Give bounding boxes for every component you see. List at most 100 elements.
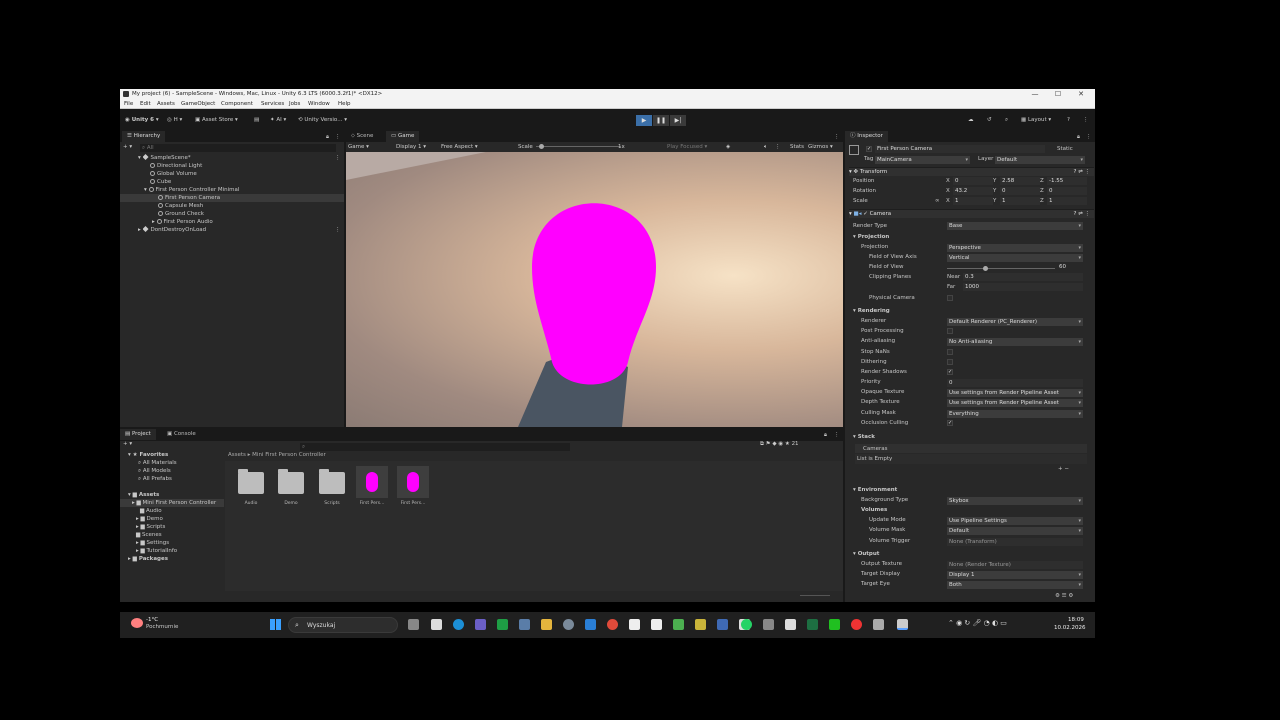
help-icon[interactable]: ? [1067, 115, 1070, 125]
menu-file[interactable]: File [124, 100, 133, 109]
whatsapp-icon[interactable] [741, 619, 752, 630]
green-app-icon[interactable] [829, 619, 840, 630]
store-icon[interactable] [585, 619, 596, 630]
tree-folder[interactable]: ▆ Audio [140, 507, 162, 515]
panel-menu-icon[interactable]: ⋮ [834, 132, 840, 142]
tree-folder[interactable]: ▸ ▆ Settings [136, 539, 169, 547]
gizmos-button[interactable]: Gizmos ▾ [808, 142, 833, 152]
tree-folder[interactable]: ▸ ▆ Demo [136, 515, 163, 523]
unity-icon[interactable] [897, 619, 908, 630]
status-icons[interactable]: ⚙ ☰ ⚙ [1055, 593, 1073, 599]
menu-component[interactable]: Component [221, 100, 253, 109]
panel-menu-icon[interactable]: ⋮ [1086, 132, 1092, 142]
hierarchy-item[interactable]: ▸ First Person Audio [152, 218, 213, 226]
asset-store-button[interactable]: ▣ Asset Store ▾ [195, 115, 238, 125]
position-y-field[interactable]: 2.58 [1000, 177, 1040, 185]
stats-button[interactable]: Stats [790, 142, 804, 152]
monitor-icon[interactable] [519, 619, 530, 630]
link-icon[interactable]: ∞ [935, 198, 940, 204]
minecraft-icon[interactable] [497, 619, 508, 630]
unity-hub-icon[interactable] [873, 619, 884, 630]
transform-header[interactable]: ▾ ✥ Transform? ⇌ ⋮ [849, 167, 1094, 176]
display-dropdown[interactable]: Display 1 ▾ [396, 142, 426, 152]
menu-services[interactable]: Services [261, 100, 284, 109]
dontdestroy-root[interactable]: ▸ DontDestroyOnLoad [138, 226, 206, 234]
position-z-field[interactable]: -1.55 [1047, 177, 1087, 185]
account-button[interactable]: ◉ Unity 6 ▾ [125, 115, 159, 125]
breadcrumb-item[interactable]: Mini First Person Controller [252, 452, 326, 458]
more-icon[interactable]: ⋮ [1083, 115, 1089, 125]
version-control-button[interactable]: ⟲ Unity Versio... ▾ [298, 115, 347, 125]
favorite-item[interactable]: ⌕ All Prefabs [138, 475, 172, 483]
start-icon[interactable] [270, 619, 281, 630]
culling-mask-dropdown[interactable]: Everything [947, 410, 1083, 418]
file-icon[interactable] [431, 619, 442, 630]
fov-value[interactable]: 60 [1059, 264, 1066, 270]
layer-dropdown[interactable]: Default [995, 156, 1085, 164]
fov-axis-dropdown[interactable]: Vertical [947, 254, 1083, 262]
camera-header[interactable]: ▾ ■◂ ✓ Camera? ⇌ ⋮ [849, 209, 1094, 218]
tree-folder[interactable]: ▸ ▆ TutorialInfo [136, 547, 177, 555]
folder-icon[interactable] [319, 469, 345, 494]
excel-icon[interactable] [807, 619, 818, 630]
anti-aliasing-dropdown[interactable]: No Anti-aliasing [947, 338, 1083, 346]
packages-root[interactable]: ▸ ▆ Packages [128, 555, 168, 563]
minimize-button[interactable]: — [1024, 89, 1046, 100]
tab-game[interactable]: ▭ Game [386, 131, 420, 142]
lock-icon[interactable]: 🔒︎ [1077, 132, 1080, 142]
tree-folder[interactable]: ▆ Scenes [136, 531, 162, 539]
clock-date[interactable]: 10.02.2026 [1054, 625, 1086, 631]
photos-icon[interactable] [717, 619, 728, 630]
assets-root[interactable]: ▾ ▆ Assets [128, 491, 159, 499]
settings-icon[interactable] [563, 619, 574, 630]
menu-edit[interactable]: Edit [140, 100, 151, 109]
game-icon[interactable] [695, 619, 706, 630]
app-icon[interactable] [785, 619, 796, 630]
depth-texture-dropdown[interactable]: Use settings from Render Pipeline Asset [947, 399, 1083, 407]
lock-icon[interactable]: 🔒︎ [824, 430, 827, 440]
menu-gameobject[interactable]: GameObject [181, 100, 215, 109]
scene-root[interactable]: ▾ SampleScene* [138, 154, 191, 162]
tab-scene[interactable]: ⬦ Scene [346, 131, 378, 142]
spreadsheet-icon[interactable] [673, 619, 684, 630]
projection-section[interactable]: ▾ Projection [853, 234, 889, 240]
menu-assets[interactable]: Assets [157, 100, 175, 109]
scale-slider-thumb[interactable] [539, 144, 544, 149]
hierarchy-item[interactable]: Ground Check [158, 210, 204, 218]
hierarchy-item[interactable]: Cube [150, 178, 171, 186]
notepad-icon[interactable] [629, 619, 640, 630]
tab-inspector[interactable]: ⓘ Inspector [845, 131, 888, 142]
clock-time[interactable]: 18:09 [1068, 617, 1084, 623]
scale-slider[interactable] [536, 146, 621, 147]
occlusion-culling-checkbox[interactable]: ✓ [947, 420, 953, 426]
prefab-thumbnail[interactable] [397, 466, 429, 498]
taskbar-search[interactable]: ⌕ Wyszukaj [288, 617, 398, 633]
display-mode-dropdown[interactable]: Game ▾ [348, 142, 369, 152]
search-icon[interactable]: ⌕ [1005, 115, 1008, 125]
hierarchy-item[interactable]: Global Volume [150, 170, 197, 178]
tab-hierarchy[interactable]: ☰ Hierarchy [122, 131, 166, 142]
hierarchy-search-input[interactable]: ⌕ All [140, 144, 336, 152]
environment-section[interactable]: ▾ Environment [853, 487, 897, 493]
project-search-input[interactable]: ⌕ [300, 443, 570, 451]
folder-icon[interactable] [238, 469, 264, 494]
update-mode-dropdown[interactable]: Use Pipeline Settings [947, 517, 1083, 525]
hierarchy-item[interactable]: ▾ First Person Controller Minimal [144, 186, 239, 194]
background-type-dropdown[interactable]: Skybox [947, 497, 1083, 505]
active-checkbox[interactable]: ✓ [866, 146, 872, 152]
renderer-dropdown[interactable]: Default Renderer (PC_Renderer) [947, 318, 1083, 326]
play-button[interactable]: ▶ [636, 115, 652, 126]
folder-icon[interactable] [278, 469, 304, 494]
stack-section[interactable]: ▾ Stack [853, 434, 875, 440]
icon-size-slider[interactable] [800, 595, 830, 596]
account-initial-button[interactable]: ◎ H ▾ [167, 115, 182, 125]
pause-button[interactable]: ❚❚ [653, 115, 669, 126]
prefab-thumbnail[interactable] [356, 466, 388, 498]
explorer-icon[interactable] [541, 619, 552, 630]
task-view-icon[interactable] [408, 619, 419, 630]
edge-icon[interactable] [453, 619, 464, 630]
add-camera-button[interactable]: + − [1058, 466, 1069, 472]
panel-menu-icon[interactable]: ⋮ [834, 430, 840, 440]
menu-jobs[interactable]: Jobs [289, 100, 300, 109]
fov-slider-thumb[interactable] [983, 266, 988, 271]
